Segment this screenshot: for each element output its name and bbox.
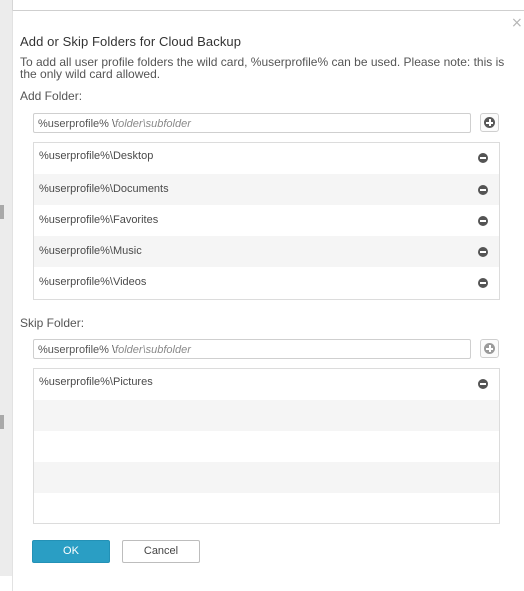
list-item[interactable]: %userprofile%\Music (34, 236, 499, 267)
list-item-label: %userprofile%\Favorites (39, 214, 159, 226)
list-item-label: %userprofile%\Documents (39, 183, 169, 195)
dialog-intro-text: To add all user profile folders the wild… (20, 55, 505, 81)
empty-list-row (34, 431, 499, 462)
skip-folder-label: Skip Folder: (20, 316, 85, 330)
remove-icon[interactable] (478, 185, 488, 195)
skip-folder-input-placeholder: folder\subfolder (115, 344, 191, 356)
add-folder-input[interactable]: %userprofile% \folder\subfolder (33, 113, 471, 133)
list-item[interactable]: %userprofile%\Documents (34, 174, 499, 205)
skip-folder-input-prefix: %userprofile% \ (38, 344, 116, 356)
list-item-label: %userprofile%\Music (39, 245, 142, 257)
list-item-label: %userprofile%\Desktop (39, 150, 154, 162)
add-folder-button[interactable] (480, 113, 499, 132)
skip-folder-list: %userprofile%\Pictures (33, 368, 500, 524)
remove-icon[interactable] (478, 278, 488, 288)
background-marker (0, 415, 4, 429)
cancel-button[interactable]: Cancel (122, 540, 200, 563)
empty-list-row (34, 400, 499, 431)
remove-icon[interactable] (478, 153, 488, 163)
dialog-title: Add or Skip Folders for Cloud Backup (20, 34, 242, 49)
add-folder-list: %userprofile%\Desktop %userprofile%\Docu… (33, 142, 500, 300)
background-marker (0, 205, 4, 219)
list-item[interactable]: %userprofile%\Desktop (34, 143, 499, 174)
skip-folder-add-button[interactable] (480, 339, 499, 358)
plus-icon (484, 343, 495, 354)
list-item-label: %userprofile%\Pictures (39, 376, 153, 388)
remove-icon[interactable] (478, 216, 488, 226)
empty-list-row (34, 462, 499, 493)
add-folder-label: Add Folder: (20, 89, 83, 103)
ok-button[interactable]: OK (32, 540, 110, 563)
remove-icon[interactable] (478, 379, 488, 389)
close-icon[interactable]: × (511, 16, 523, 30)
list-item[interactable]: %userprofile%\Favorites (34, 205, 499, 236)
list-item[interactable]: %userprofile%\Pictures (34, 369, 499, 400)
list-item[interactable]: %userprofile%\Videos (34, 267, 499, 298)
add-folder-input-prefix: %userprofile% \ (38, 118, 116, 130)
skip-folder-input[interactable]: %userprofile% \folder\subfolder (33, 339, 471, 359)
remove-icon[interactable] (478, 247, 488, 257)
empty-list-row (34, 493, 499, 524)
add-folder-input-placeholder: folder\subfolder (115, 118, 191, 130)
plus-icon (484, 117, 495, 128)
list-item-label: %userprofile%\Videos (39, 276, 147, 288)
